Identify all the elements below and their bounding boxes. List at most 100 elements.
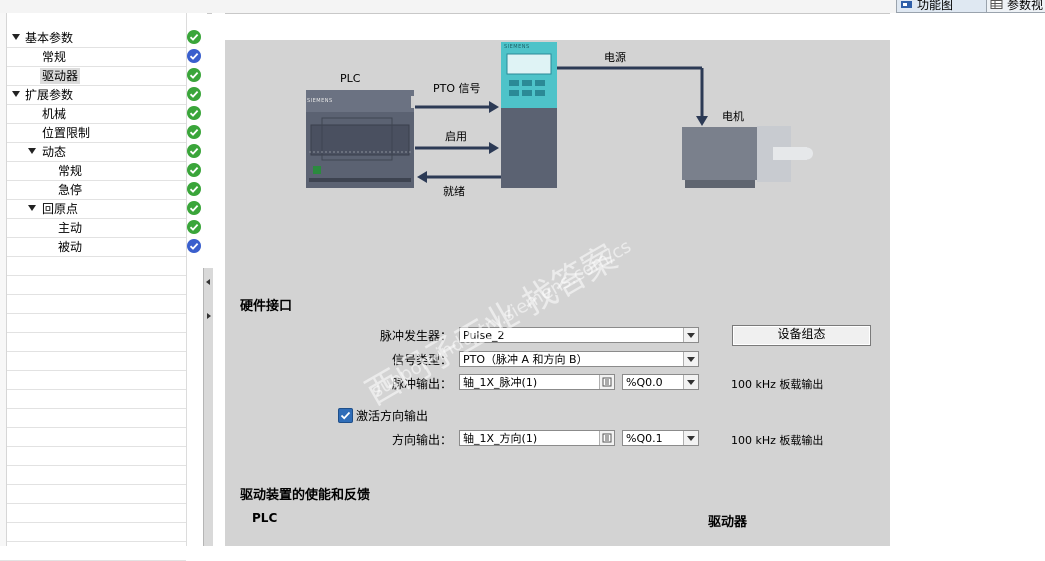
tree-item[interactable]: 急停 [0, 181, 201, 200]
device-config-button[interactable]: 设备组态 [732, 325, 871, 346]
motor-device [682, 126, 813, 188]
tree-item[interactable]: 扩展参数 [0, 86, 201, 105]
status-ok-green-icon [187, 106, 201, 120]
chevron-down-icon[interactable] [683, 328, 698, 342]
pulse-generator-select[interactable]: Pulse_2 [459, 327, 699, 343]
direction-output-address-select[interactable]: %Q0.1 [622, 430, 699, 446]
status-ok-green-icon [187, 30, 201, 44]
tree-item[interactable]: 回原点 [0, 200, 201, 219]
status-ok-green-icon [187, 144, 201, 158]
enable-feedback-title: 驱动装置的使能和反馈 [240, 488, 371, 503]
pulse-generator-value: Pulse_2 [463, 329, 505, 342]
tree-empty-row [0, 352, 186, 371]
tab-parameter-view[interactable]: 参数视 [986, 0, 1045, 13]
tree-empty-row [0, 428, 186, 447]
tree-item-label: 驱动器 [40, 68, 81, 84]
tree-item[interactable]: 基本参数 [0, 29, 201, 48]
expand-toggle-icon[interactable] [12, 91, 20, 97]
right-blank-area [890, 13, 1045, 546]
tree-item[interactable]: 常规 [0, 48, 201, 67]
tree-empty-row [0, 447, 186, 466]
signal-type-select[interactable]: PTO（脉冲 A 和方向 B） [459, 351, 699, 367]
motor-label: 电机 [722, 110, 744, 123]
top-bar [0, 0, 1045, 14]
status-ok-blue-icon [187, 239, 201, 253]
direction-output-note: 100 kHz 板载输出 [731, 434, 824, 447]
expand-toggle-icon[interactable] [12, 34, 20, 40]
tag-browse-icon[interactable] [599, 375, 614, 389]
tree-item-label: 位置限制 [42, 126, 91, 140]
tree-item-label: 回原点 [42, 202, 79, 216]
direction-output-value: 轴_1X_方向(1) [463, 432, 538, 445]
tree-empty-row [0, 371, 186, 390]
drive-device [501, 42, 557, 188]
tree-item-label: 常规 [58, 164, 83, 178]
tree-item[interactable]: 机械 [0, 105, 201, 124]
chevron-down-icon[interactable] [683, 352, 698, 366]
pulse-generator-label: 脉冲发生器： [379, 329, 452, 343]
pulse-output-address-select[interactable]: %Q0.0 [622, 374, 699, 390]
tree-item[interactable]: 主动 [0, 219, 201, 238]
pto-signal-label: PTO 信号 [433, 82, 481, 95]
pulse-output-note: 100 kHz 板载输出 [731, 378, 824, 391]
collapse-left-icon[interactable] [206, 279, 210, 285]
tree-item[interactable]: 常规 [0, 162, 201, 181]
hardware-interface-title: 硬件接口 [240, 299, 293, 314]
ready-label: 就绪 [443, 185, 465, 198]
signal-type-label: 信号类型： [391, 353, 452, 367]
tree-empty-row [0, 276, 186, 295]
tree-empty-row [0, 542, 186, 561]
tree-empty-row [0, 409, 186, 428]
chevron-down-icon[interactable] [683, 431, 698, 445]
tree-empty-row [0, 466, 186, 485]
tree-status-column-separator [186, 13, 187, 546]
expand-right-icon[interactable] [207, 313, 211, 319]
tree-item-label: 扩展参数 [25, 88, 74, 102]
tree-item-label: 常规 [42, 50, 67, 64]
function-view-icon [900, 0, 913, 9]
direction-output-address: %Q0.1 [626, 432, 663, 445]
chevron-down-icon[interactable] [683, 375, 698, 389]
tree-item[interactable]: 动态 [0, 143, 201, 162]
feedback-col-plc: PLC [252, 511, 278, 525]
tree-item[interactable]: 驱动器 [0, 67, 201, 86]
tree-empty-row [0, 485, 186, 504]
drive-brand: SIEMENS [504, 44, 530, 50]
tree-empty-row [0, 295, 186, 314]
tree-empty-row [0, 523, 186, 542]
tree-item-label: 被动 [58, 240, 83, 254]
expand-toggle-icon[interactable] [28, 148, 36, 154]
tree-item[interactable]: 位置限制 [0, 124, 201, 143]
tree-empty-row [0, 504, 186, 523]
status-ok-green-icon [187, 68, 201, 82]
plc-label: PLC [340, 72, 361, 85]
status-ok-blue-icon [187, 49, 201, 63]
signal-type-value: PTO（脉冲 A 和方向 B） [463, 353, 588, 366]
tree-item[interactable]: 被动 [0, 238, 201, 257]
tree-item-label: 基本参数 [25, 31, 74, 45]
parameter-view-icon [990, 0, 1003, 9]
tag-browse-icon[interactable] [599, 431, 614, 445]
status-ok-green-icon [187, 201, 201, 215]
panel-splitter[interactable] [203, 268, 213, 546]
enable-label: 启用 [445, 130, 467, 143]
tree-item-label: 急停 [58, 183, 83, 197]
status-ok-green-icon [187, 125, 201, 139]
pulse-output-address: %Q0.0 [626, 376, 663, 389]
navigation-tree: 基本参数 常规 驱动器 扩展参数 机械 位置限制 动态 常规 急停 回原点 主动 被动 [0, 13, 207, 561]
status-ok-green-icon [187, 182, 201, 196]
direction-output-checkbox-label[interactable]: 激活方向输出 [356, 407, 428, 424]
direction-output-checkbox[interactable] [338, 408, 353, 423]
status-ok-green-icon [187, 87, 201, 101]
direction-output-field[interactable]: 轴_1X_方向(1) [459, 430, 615, 446]
pulse-output-label: 脉冲输出： [391, 377, 452, 391]
tree-empty-row [0, 390, 186, 409]
power-label: 电源 [604, 51, 626, 64]
tree-item-label: 动态 [42, 145, 67, 159]
pulse-output-field[interactable]: 轴_1X_脉冲(1) [459, 374, 615, 390]
expand-toggle-icon[interactable] [28, 205, 36, 211]
tab-parameter-view-label: 参数视 [1007, 0, 1044, 12]
feedback-col-drive: 驱动器 [708, 515, 748, 530]
drive-diagram [306, 42, 813, 188]
checkmark-icon [340, 411, 351, 420]
